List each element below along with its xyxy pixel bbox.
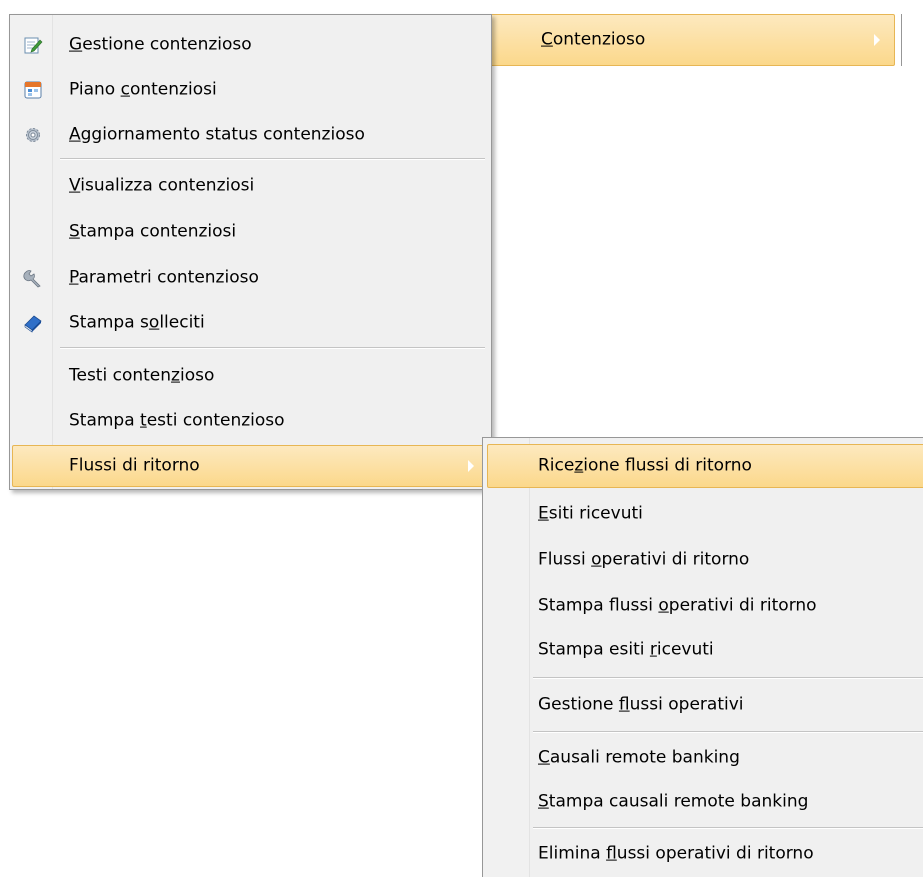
calendar-plan-icon: [23, 80, 43, 100]
menu-item-label: Stampa testi contenzioso: [69, 410, 285, 431]
menu-separator: [60, 158, 485, 160]
menu-item-label: Ricezione flussi di ritorno: [538, 455, 752, 476]
submenu-arrow-icon: [874, 34, 880, 46]
submenu-item-causali-remote-banking[interactable]: Causali remote banking: [487, 736, 921, 780]
menu-item-stampa-solleciti[interactable]: Stampa solleciti: [12, 301, 489, 345]
menu-separator: [533, 731, 923, 733]
menubar-item-contenzioso[interactable]: Contenzioso: [490, 14, 895, 66]
menu-item-gestione-contenzioso[interactable]: Gestione contenzioso: [12, 23, 489, 67]
menu-item-parametri-contenzioso[interactable]: Parametri contenzioso: [12, 255, 489, 301]
menu-item-piano-contenziosi[interactable]: Piano contenziosi: [12, 67, 489, 113]
submenu-item-stampa-causali-remote-banking[interactable]: Stampa causali remote banking: [487, 780, 921, 824]
submenu-item-ricezione-flussi[interactable]: Ricezione flussi di ritorno: [487, 444, 923, 488]
main-menu: Gestione contenzioso Piano contenziosi A…: [9, 14, 492, 490]
menu-item-label: Stampa causali remote banking: [538, 791, 809, 812]
menu-item-label: Gestione contenzioso: [69, 34, 252, 55]
menubar-strip: Contenzioso: [490, 14, 902, 66]
menu-item-label: Stampa contenziosi: [69, 221, 237, 242]
edit-document-icon: [23, 35, 43, 55]
menu-item-label: Aggiornamento status contenzioso: [69, 124, 365, 145]
menu-item-aggiornamento-status[interactable]: Aggiornamento status contenzioso: [12, 113, 489, 157]
submenu-flussi-di-ritorno: Ricezione flussi di ritorno Esiti ricevu…: [482, 437, 923, 877]
wrench-icon: [23, 268, 43, 288]
menu-item-visualizza-contenziosi[interactable]: Visualizza contenziosi: [12, 163, 489, 209]
gear-icon: [23, 125, 43, 145]
menu-item-label: Stampa flussi operativi di ritorno: [538, 595, 817, 616]
submenu-item-esiti-ricevuti[interactable]: Esiti ricevuti: [487, 492, 921, 536]
book-icon: [23, 313, 43, 333]
menu-separator: [533, 827, 923, 829]
menubar-item-label: Contenzioso: [541, 29, 646, 50]
submenu-item-stampa-flussi-operativi[interactable]: Stampa flussi operativi di ritorno: [487, 584, 921, 628]
menu-item-label: Causali remote banking: [538, 747, 740, 768]
menu-item-label: Stampa esiti ricevuti: [538, 639, 714, 660]
menu-item-label: Esiti ricevuti: [538, 503, 643, 524]
submenu-item-elimina-flussi-operativi[interactable]: Elimina flussi operativi di ritorno: [487, 832, 921, 876]
menu-item-stampa-testi-contenzioso[interactable]: Stampa testi contenzioso: [12, 399, 489, 443]
menu-item-testi-contenzioso[interactable]: Testi contenzioso: [12, 353, 489, 399]
menu-item-label: Visualizza contenziosi: [69, 175, 255, 196]
menu-item-stampa-contenziosi[interactable]: Stampa contenziosi: [12, 209, 489, 255]
menu-item-label: Flussi di ritorno: [69, 455, 200, 476]
menu-item-label: Gestione flussi operativi: [538, 694, 744, 715]
menu-item-label: Flussi operativi di ritorno: [538, 549, 750, 570]
submenu-item-gestione-flussi-operativi[interactable]: Gestione flussi operativi: [487, 682, 921, 728]
menu-separator: [533, 677, 923, 679]
submenu-item-flussi-operativi[interactable]: Flussi operativi di ritorno: [487, 538, 921, 582]
menu-item-label: Elimina flussi operativi di ritorno: [538, 843, 814, 864]
menu-item-label: Testi contenzioso: [69, 365, 215, 386]
submenu-item-stampa-esiti-ricevuti[interactable]: Stampa esiti ricevuti: [487, 628, 921, 672]
submenu-arrow-icon: [468, 460, 474, 472]
menu-item-label: Piano contenziosi: [69, 79, 217, 100]
menu-separator: [60, 347, 485, 349]
menu-item-label: Stampa solleciti: [69, 312, 205, 333]
menu-item-label: Parametri contenzioso: [69, 267, 259, 288]
menu-item-flussi-di-ritorno[interactable]: Flussi di ritorno: [12, 445, 489, 487]
